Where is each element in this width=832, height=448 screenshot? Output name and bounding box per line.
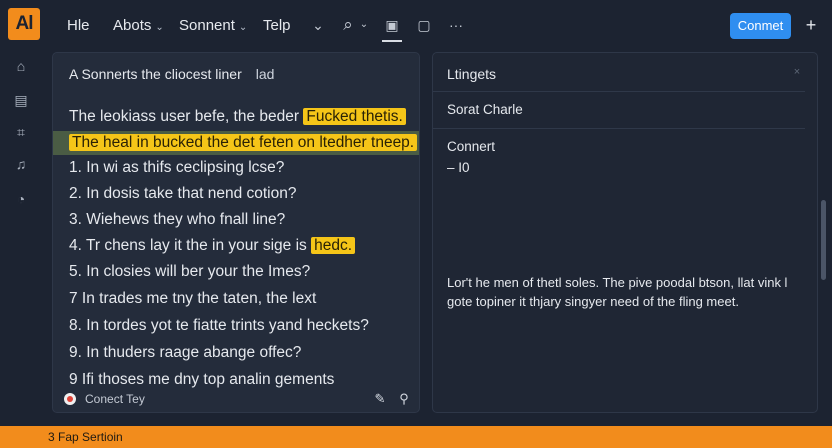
scan-icon[interactable]: ⌗ (8, 121, 34, 143)
editor-line[interactable]: 9. In thuders raage abange offec? (53, 341, 419, 365)
details-label: Connert (447, 139, 496, 154)
line-text: The leokiass user befe, the beder (69, 108, 304, 125)
menu-file[interactable]: Hle (67, 17, 90, 34)
music-icon[interactable]: ♫ (8, 153, 34, 175)
stack-icon[interactable]: ▤ (8, 89, 34, 111)
editor-panel: A Sonnerts the cliocest liner lad The leo… (52, 52, 420, 413)
editor-line[interactable]: 4. Tr chens lay it the in your sige is h… (53, 234, 419, 258)
chevron-down-icon[interactable]: ⌄ (308, 14, 328, 36)
menu-help[interactable]: Telp (263, 17, 291, 34)
editor-title-text: A Sonnerts the cliocest liner (69, 66, 242, 82)
compass-icon[interactable]: ◔ (8, 188, 34, 210)
details-panel: Ltingets × Sorat Charle Connert – I0 Lor… (432, 52, 818, 413)
details-value: – I0 (447, 160, 470, 175)
home-icon[interactable]: ⌂ (8, 55, 34, 77)
menu-abots[interactable]: Abots ⌄ (113, 17, 164, 34)
highlighted-text: hedc. (311, 237, 356, 254)
status-text: 3 Fap Sertioin (48, 430, 123, 444)
highlighted-text: The heal in bucked the det feten on lted… (69, 134, 418, 151)
top-bar: Al Hle Abots ⌄ Sonnent ⌄ Telp ⌄ ⌕ ⌄ ▣ ▢ ··… (0, 0, 832, 50)
editor-title: A Sonnerts the cliocest liner lad (69, 66, 274, 82)
chevron-down-icon: ⌄ (155, 22, 164, 33)
close-icon[interactable]: × (789, 64, 805, 80)
clipboard-icon[interactable]: ▣ (382, 14, 402, 42)
menu-file-label: Hle (67, 17, 90, 34)
footer-label[interactable]: Conect Tey (85, 392, 145, 406)
editor-line[interactable]: 3. Wiehews they who fnall line? (53, 208, 419, 232)
details-title: Ltingets (447, 66, 497, 82)
menu-sonnent[interactable]: Sonnent ⌄ (179, 17, 247, 34)
editor-title-tag[interactable]: lad (256, 66, 275, 82)
more-icon[interactable]: ··· (446, 14, 466, 36)
search-options-caret-icon[interactable]: ⌄ (354, 14, 374, 36)
scrollbar[interactable] (821, 200, 826, 280)
editor-line-current[interactable]: The heal in bucked the det feten on lted… (53, 131, 419, 155)
divider (433, 91, 805, 92)
status-bar: 3 Fap Sertioin (0, 426, 832, 448)
app-logo: Al (8, 8, 40, 40)
line-text: 4. Tr chens lay it the in your sige is (69, 237, 312, 254)
editor-line[interactable]: The leokiass user befe, the beder Fucked… (53, 105, 419, 129)
record-icon[interactable] (64, 393, 76, 405)
details-description: Lor't he men of thetl soles. The pive po… (447, 275, 788, 309)
add-button[interactable]: + (800, 13, 822, 39)
pencil-icon[interactable]: ✎ (371, 390, 389, 408)
details-subtitle: Sorat Charle (447, 102, 523, 117)
menu-help-label: Telp (263, 17, 291, 34)
connect-button[interactable]: Conmet (730, 13, 791, 39)
divider (433, 128, 805, 129)
menu-sonnent-label: Sonnent (179, 17, 235, 34)
editor-line[interactable]: 7 In trades me tny the taten, the lext (53, 287, 419, 311)
highlighted-text: Fucked thetis. (303, 108, 406, 125)
editor-line[interactable]: 8. In tordes yot te fiatte trints yand h… (53, 314, 419, 338)
image-icon[interactable]: ▢ (414, 14, 434, 36)
tool-icon[interactable]: ⚲ (395, 390, 413, 408)
chevron-down-icon: ⌄ (238, 22, 248, 33)
editor-line[interactable]: 5. In closies will ber your the Imes? (53, 260, 419, 284)
editor-footer: Conect Tey ✎ ⚲ (53, 386, 419, 412)
menu-abots-label: Abots (113, 17, 152, 34)
editor-line[interactable]: 2. In dosis take that nend cotion? (53, 182, 419, 206)
editor-line[interactable]: 1. In wi as thifs ceclipsing lcse? (53, 156, 419, 180)
